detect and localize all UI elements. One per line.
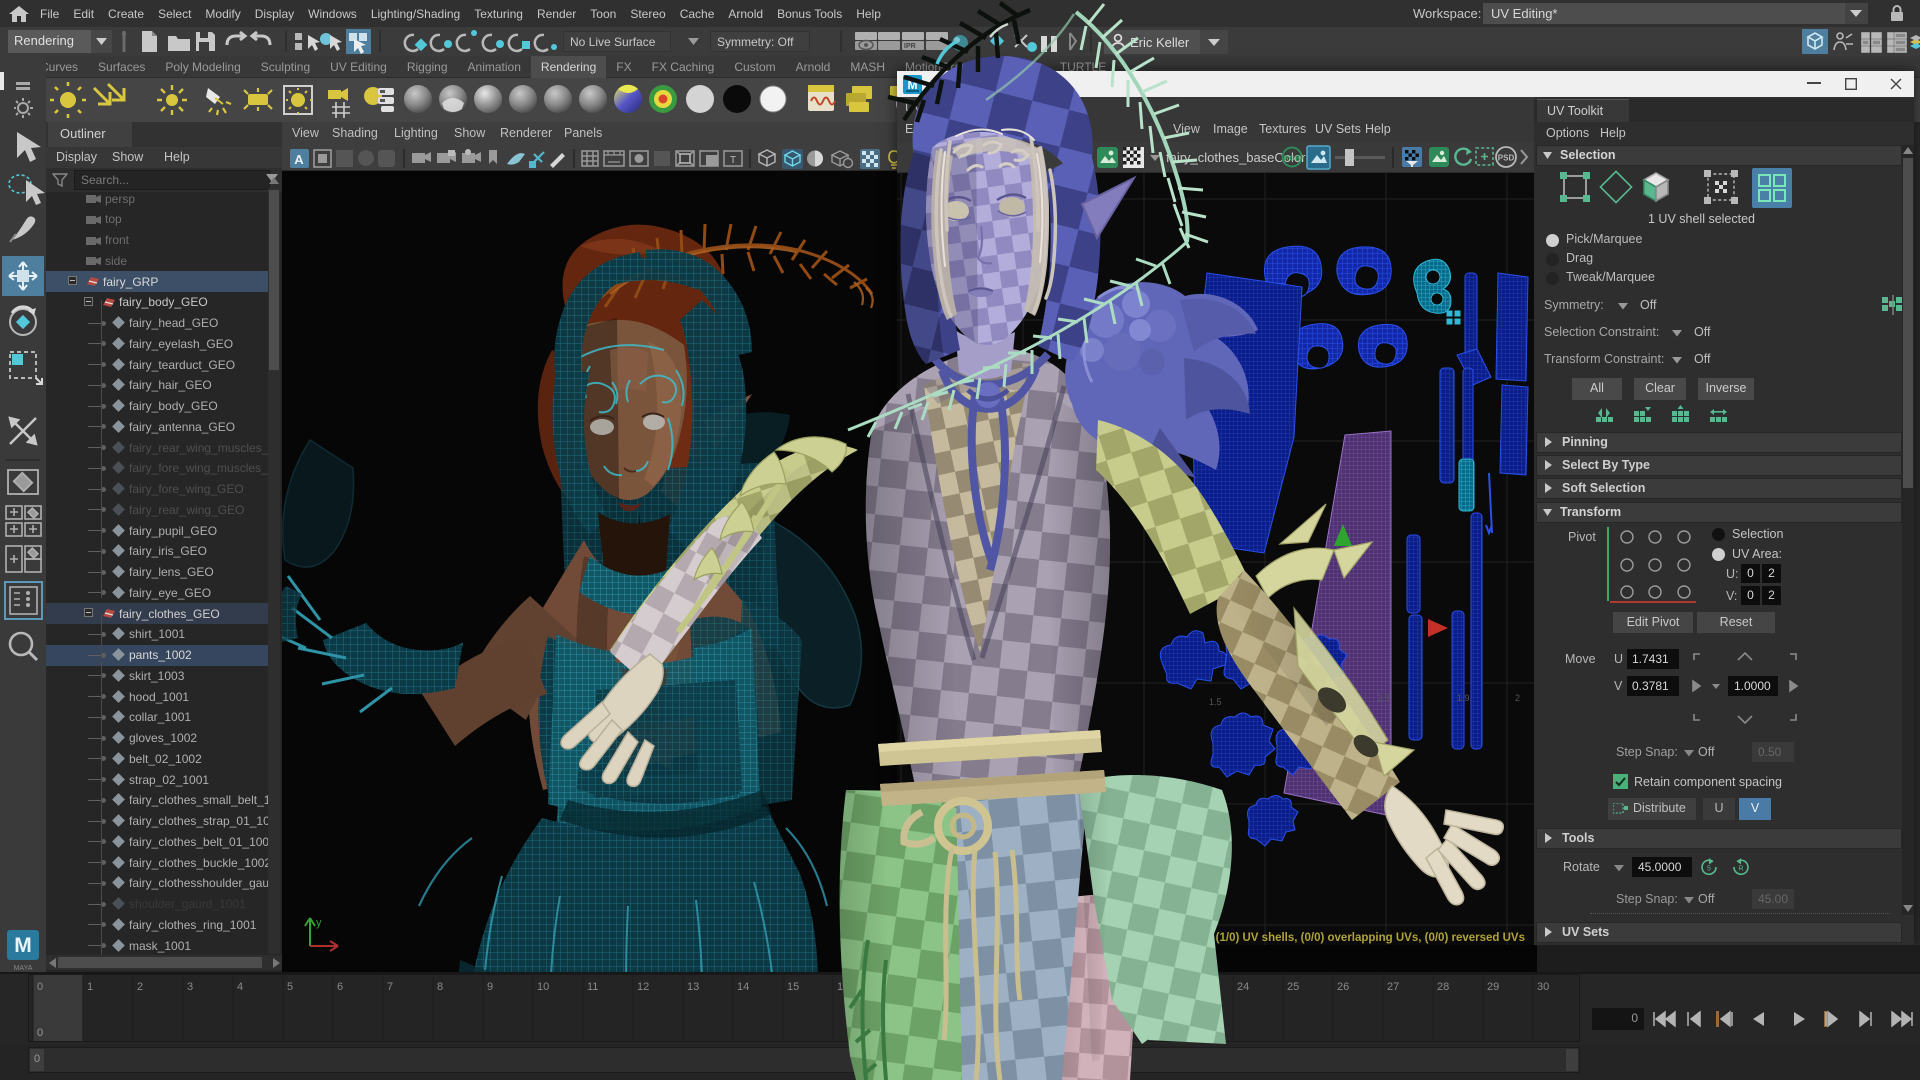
svg-text:y: y — [316, 917, 322, 929]
